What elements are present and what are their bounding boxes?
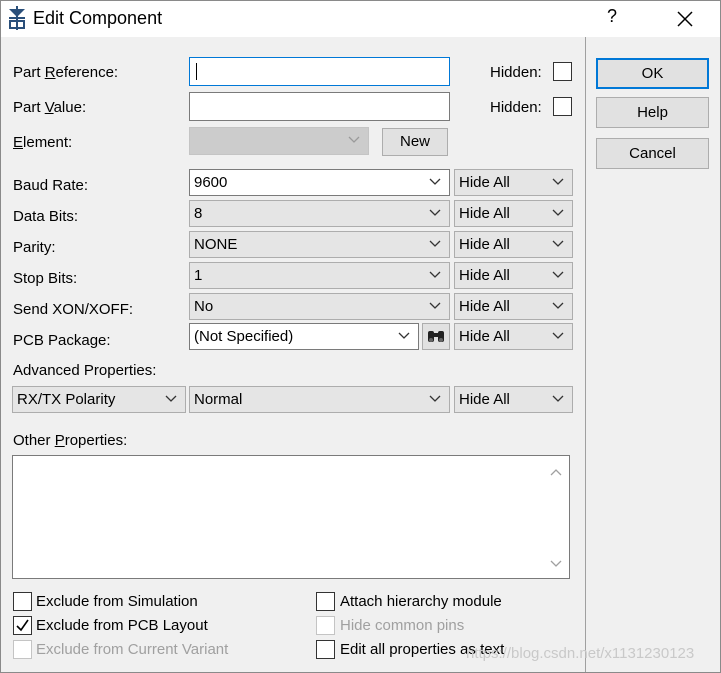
attach-hierarchy-label: Attach hierarchy module bbox=[340, 593, 502, 610]
exclude-variant-label: Exclude from Current Variant bbox=[36, 641, 229, 658]
property-hide-select[interactable]: Hide All bbox=[454, 231, 573, 258]
advanced-properties-label: Advanced Properties: bbox=[13, 362, 157, 379]
property-value-select[interactable]: No bbox=[189, 293, 450, 320]
edit-as-text-checkbox[interactable] bbox=[316, 640, 335, 659]
property-label: PCB Package: bbox=[13, 332, 111, 349]
advanced-property-hide-select[interactable]: Hide All bbox=[454, 386, 573, 413]
property-value-select[interactable]: 8 bbox=[189, 200, 450, 227]
chevron-down-icon bbox=[429, 302, 441, 309]
cancel-button[interactable]: Cancel bbox=[596, 138, 709, 169]
part-value-label: Part Value: bbox=[13, 99, 87, 116]
property-label: Send XON/XOFF: bbox=[13, 301, 134, 318]
exclude-simulation-checkbox[interactable] bbox=[13, 592, 32, 611]
other-properties-label: Other Properties: bbox=[13, 432, 128, 449]
chevron-down-icon bbox=[348, 136, 360, 143]
new-element-button[interactable]: New bbox=[382, 128, 448, 156]
part-reference-label: Part Reference: bbox=[13, 64, 119, 81]
chevron-down-icon bbox=[429, 178, 441, 185]
chevron-down-icon bbox=[429, 395, 441, 402]
chevron-down-icon bbox=[165, 395, 177, 402]
part-value-input[interactable] bbox=[189, 92, 450, 121]
chevron-down-icon bbox=[552, 302, 564, 309]
chevron-down-icon bbox=[398, 332, 410, 339]
property-value-select[interactable]: 1 bbox=[189, 262, 450, 289]
element-label: Element: bbox=[13, 134, 73, 151]
other-properties-textarea[interactable] bbox=[12, 455, 570, 579]
hide-common-pins-checkbox[interactable] bbox=[316, 616, 335, 635]
watermark-text: https://blog.csdn.net/x1131230123 bbox=[466, 645, 695, 662]
property-label: Parity: bbox=[13, 239, 56, 256]
ok-button[interactable]: OK bbox=[596, 58, 709, 89]
advanced-property-value-select[interactable]: Normal bbox=[189, 386, 450, 413]
property-label: Data Bits: bbox=[13, 208, 79, 225]
chevron-down-icon bbox=[552, 240, 564, 247]
property-hide-select[interactable]: Hide All bbox=[454, 262, 573, 289]
part-value-hidden-label: Hidden: bbox=[490, 99, 542, 116]
advanced-property-name-select[interactable]: RX/TX Polarity bbox=[12, 386, 186, 413]
text-caret bbox=[196, 63, 197, 80]
hide-common-pins-label: Hide common pins bbox=[340, 617, 465, 634]
chevron-down-icon bbox=[552, 209, 564, 216]
property-value-select[interactable]: NONE bbox=[189, 231, 450, 258]
exclude-pcb-checkbox[interactable] bbox=[13, 616, 32, 635]
property-hide-select[interactable]: Hide All bbox=[454, 200, 573, 227]
part-reference-hidden-checkbox[interactable] bbox=[553, 62, 572, 81]
property-value-select[interactable]: 9600 bbox=[189, 169, 450, 196]
component-app-icon bbox=[9, 6, 25, 30]
window-title: Edit Component bbox=[33, 8, 163, 28]
exclude-variant-checkbox[interactable] bbox=[13, 640, 32, 659]
property-hide-select[interactable]: Hide All bbox=[454, 323, 573, 350]
chevron-down-icon bbox=[429, 209, 441, 216]
chevron-down-icon bbox=[552, 178, 564, 185]
help-title-button[interactable]: ? bbox=[607, 6, 617, 27]
exclude-simulation-label: Exclude from Simulation bbox=[36, 593, 198, 610]
scroll-down-icon[interactable] bbox=[550, 560, 562, 568]
browse-package-button[interactable] bbox=[422, 323, 450, 350]
part-reference-hidden-label: Hidden: bbox=[490, 64, 542, 81]
property-label: Stop Bits: bbox=[13, 270, 78, 287]
property-hide-select[interactable]: Hide All bbox=[454, 169, 573, 196]
binoculars-icon bbox=[428, 331, 444, 342]
chevron-down-icon bbox=[429, 240, 441, 247]
exclude-pcb-label: Exclude from PCB Layout bbox=[36, 617, 208, 634]
property-label: Baud Rate: bbox=[13, 177, 89, 194]
attach-hierarchy-checkbox[interactable] bbox=[316, 592, 335, 611]
property-value-select[interactable]: (Not Specified) bbox=[189, 323, 419, 350]
chevron-down-icon bbox=[552, 271, 564, 278]
part-value-hidden-checkbox[interactable] bbox=[553, 97, 572, 116]
chevron-down-icon bbox=[552, 332, 564, 339]
property-hide-select[interactable]: Hide All bbox=[454, 293, 573, 320]
close-icon[interactable] bbox=[670, 4, 700, 34]
element-select[interactable] bbox=[189, 127, 369, 155]
vertical-separator bbox=[585, 37, 586, 673]
checkmark-icon bbox=[16, 619, 29, 632]
help-button[interactable]: Help bbox=[596, 97, 709, 128]
part-reference-input[interactable] bbox=[189, 57, 450, 86]
scroll-up-icon[interactable] bbox=[550, 468, 562, 476]
chevron-down-icon bbox=[429, 271, 441, 278]
chevron-down-icon bbox=[552, 395, 564, 402]
